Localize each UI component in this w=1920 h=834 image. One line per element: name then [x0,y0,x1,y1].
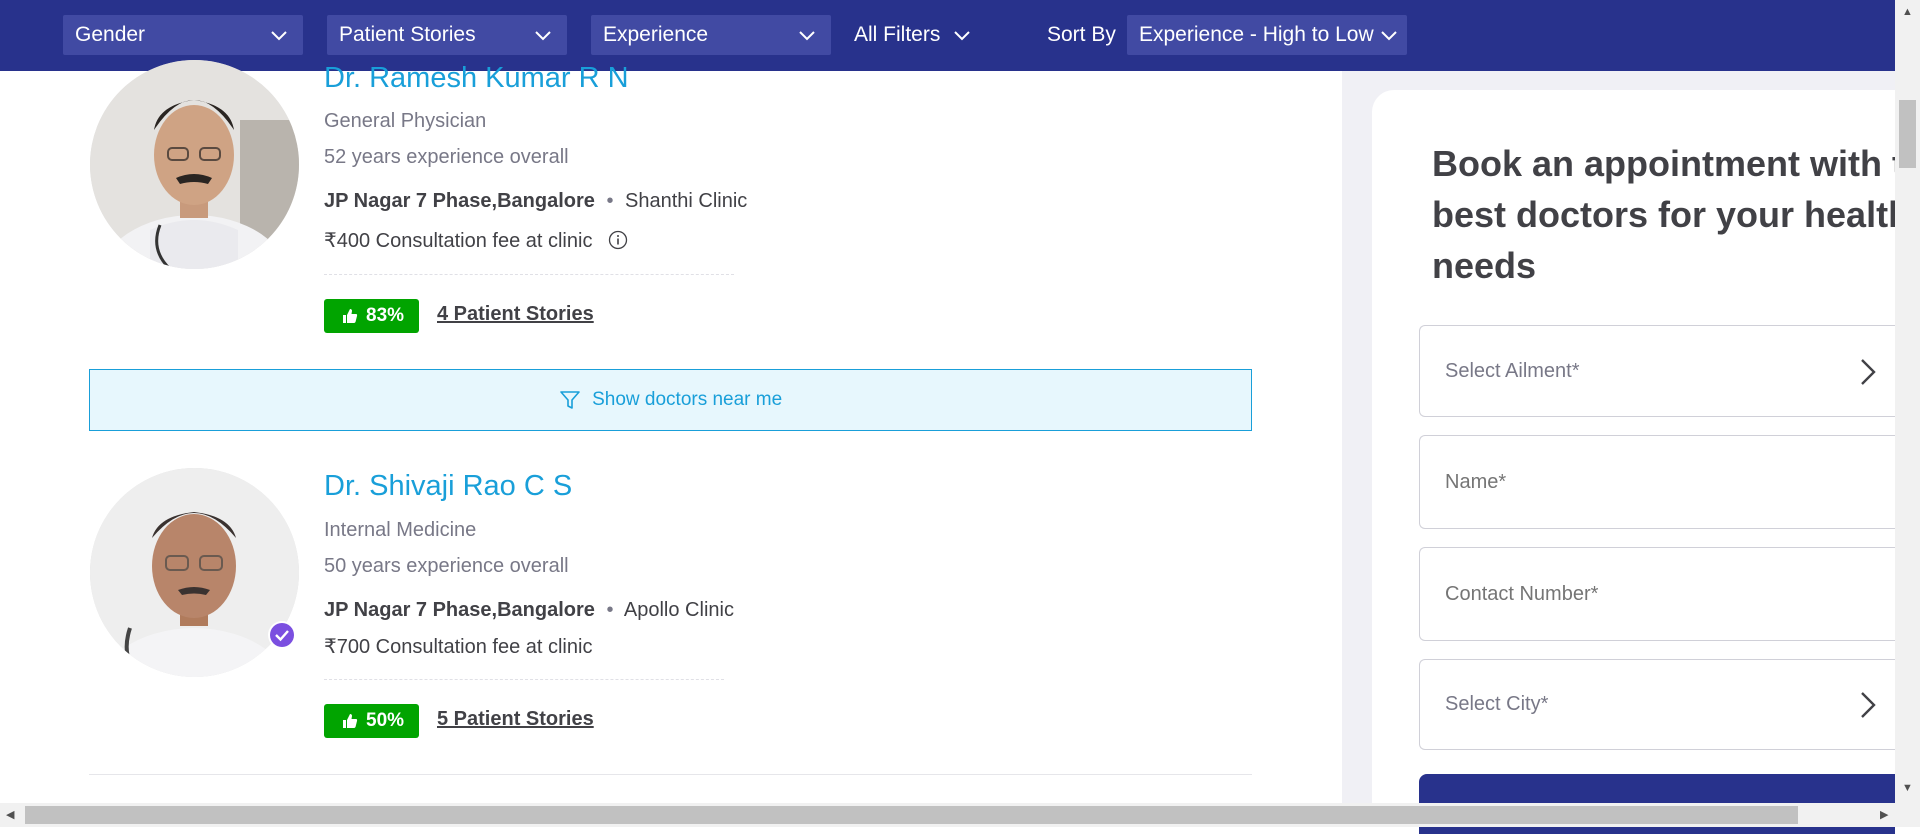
scroll-down-arrow-icon[interactable]: ▼ [1902,782,1913,794]
doctor-fee: ₹400 Consultation fee at clinic [324,228,628,253]
doctor-experience: 52 years experience overall [324,146,569,168]
name-input[interactable] [1445,471,1825,494]
gender-dropdown-label: Gender [75,23,146,46]
rating-value: 50% [366,710,405,731]
horizontal-scrollbar-thumb[interactable] [25,806,1798,824]
sort-by-value: Experience - High to Low [1139,23,1374,46]
contact-number-field[interactable] [1419,547,1895,641]
doctor-locality[interactable]: JP Nagar 7 Phase,Bangalore [324,190,595,212]
experience-dropdown-label: Experience [603,23,709,46]
doctor-list-separator [89,774,1252,775]
divider [324,274,734,275]
booking-title: Book an appointment with th best doctors… [1432,138,1902,291]
gender-dropdown[interactable]: Gender [63,15,303,55]
chevron-right-icon [1861,692,1876,718]
chevron-right-icon [1861,359,1876,385]
show-doctors-near-me-label: Show doctors near me [592,389,783,410]
separator-dot: • [606,190,614,212]
sort-by-dropdown[interactable]: Experience - High to Low [1127,15,1407,55]
doctor-fee-text: ₹400 Consultation fee at clinic [324,230,593,252]
select-ailment-field[interactable]: Select Ailment* [1419,325,1895,417]
patient-stories-link[interactable]: 5 Patient Stories [437,708,594,731]
chevron-down-icon [954,31,970,41]
doctor-avatar-image [90,60,299,269]
scroll-left-arrow-icon[interactable]: ◀ [6,808,14,821]
sort-by-label: Sort By [1047,23,1116,46]
doctor-photo[interactable] [90,60,299,269]
experience-dropdown[interactable]: Experience [591,15,831,55]
verified-badge-icon [268,621,296,649]
booking-title-line1: Book an appointment with th [1432,143,1902,184]
filter-bar: Gender Patient Stories Experience All Fi… [0,0,1895,71]
doctor-clinic[interactable]: Shanthi Clinic [625,190,747,212]
name-field[interactable] [1419,435,1895,529]
chevron-down-icon [1381,31,1397,41]
all-filters-label: All Filters [854,23,941,46]
select-city-placeholder: Select City* [1445,693,1549,715]
doctor-location: JP Nagar 7 Phase,Bangalore • Shanthi Cli… [324,190,747,213]
select-city-field[interactable]: Select City* [1419,659,1895,750]
all-filters-button[interactable]: All Filters [854,15,984,55]
doctor-name-link[interactable]: Dr. Shivaji Rao C S [324,470,572,503]
chevron-down-icon [535,31,551,41]
doctor-experience: 50 years experience overall [324,555,569,577]
doctor-name-link[interactable]: Dr. Ramesh Kumar R N [324,62,629,95]
select-ailment-placeholder: Select Ailment* [1445,360,1580,382]
separator-dot: • [606,599,614,621]
doctor-specialty: Internal Medicine [324,519,477,541]
patient-stories-dropdown-label: Patient Stories [339,23,476,46]
doctor-specialty: General Physician [324,110,487,132]
filter-icon [560,391,580,409]
doctor-fee-text: ₹700 Consultation fee at clinic [324,636,593,658]
booking-title-line2: best doctors for your health [1432,194,1902,235]
scroll-up-arrow-icon[interactable]: ▲ [1902,6,1913,18]
rating-badge: 50% [324,704,419,738]
show-doctors-near-me-button[interactable]: Show doctors near me [89,369,1252,431]
contact-number-input[interactable] [1445,583,1825,606]
scroll-right-arrow-icon[interactable]: ▶ [1880,808,1888,821]
thumbs-up-icon [343,714,358,728]
booking-title-line3: needs [1432,245,1537,286]
divider [324,679,724,680]
info-icon[interactable] [608,230,628,250]
chevron-down-icon [799,31,815,41]
doctor-location: JP Nagar 7 Phase,Bangalore • Apollo Clin… [324,599,734,622]
patient-stories-link[interactable]: 4 Patient Stories [437,303,594,326]
doctor-clinic[interactable]: Apollo Clinic [624,599,734,621]
rating-value: 83% [366,305,405,326]
doctor-locality[interactable]: JP Nagar 7 Phase,Bangalore [324,599,595,621]
vertical-scrollbar-thumb[interactable] [1899,100,1916,168]
rating-badge: 83% [324,299,419,333]
chevron-down-icon [271,31,287,41]
patient-stories-dropdown[interactable]: Patient Stories [327,15,567,55]
thumbs-up-icon [343,309,358,323]
doctor-fee: ₹700 Consultation fee at clinic [324,634,592,659]
